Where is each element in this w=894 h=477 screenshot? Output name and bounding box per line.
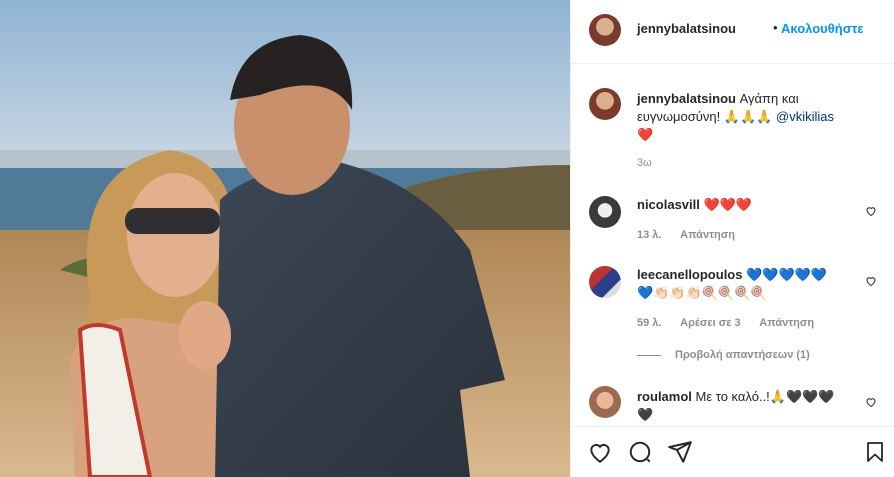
- comment-time[interactable]: 13 λ.: [637, 229, 661, 241]
- comment-text: 💙💙💙💙💙: [746, 267, 828, 282]
- heart-icon[interactable]: [587, 439, 613, 465]
- reply-button[interactable]: Απάντηση: [680, 229, 735, 241]
- caption-timestamp[interactable]: 3ω: [637, 157, 652, 169]
- action-bar: [571, 426, 894, 477]
- caption-mention[interactable]: @vkikilias: [776, 109, 834, 124]
- author-avatar[interactable]: [589, 14, 621, 46]
- post-image: [0, 0, 570, 477]
- comment-text: Με το καλό..!🙏🖤🖤🖤: [695, 389, 835, 404]
- comment-text: ❤️❤️❤️: [703, 197, 753, 212]
- comment-username[interactable]: leecanellopoulos: [637, 267, 742, 282]
- author-username[interactable]: jennybalatsinou: [637, 21, 736, 36]
- comment-avatar[interactable]: [589, 266, 621, 298]
- comment-meta: 59 λ. Αρέσει σε 3 Απάντηση: [637, 317, 830, 329]
- post-header: jennybalatsinou • Ακολουθήστε: [571, 0, 894, 64]
- comment-avatar[interactable]: [589, 196, 621, 228]
- comment-username[interactable]: roulamol: [637, 389, 692, 404]
- comment-like-heart-icon[interactable]: [865, 275, 877, 287]
- caption-avatar[interactable]: [589, 88, 621, 120]
- share-icon[interactable]: [667, 439, 693, 465]
- separator-dot: •: [773, 20, 778, 35]
- comment-likes[interactable]: Αρέσει σε 3: [680, 317, 741, 329]
- comment-item: nicolasvill ❤️❤️❤️: [637, 196, 867, 214]
- comment-avatar[interactable]: [589, 386, 621, 418]
- comment-item: leecanellopoulos 💙💙💙💙💙 💙👏🏻👏🏻👏🏻🍭🍭🍭🍭: [637, 266, 867, 302]
- post-side-panel: jennybalatsinou • Ακολουθήστε jennybalat…: [570, 0, 894, 477]
- comment-text-line2: 🖤: [637, 407, 654, 422]
- comment-like-heart-icon[interactable]: [865, 205, 877, 217]
- comment-time[interactable]: 59 λ.: [637, 317, 661, 329]
- post-photo[interactable]: [0, 0, 570, 477]
- comment-like-heart-icon[interactable]: [865, 396, 877, 408]
- comment-item: roulamol Με το καλό..!🙏🖤🖤🖤 🖤: [637, 388, 867, 424]
- post-caption: jennybalatsinou Αγάπη και ευγνωμοσύνη! 🙏…: [637, 90, 877, 144]
- bookmark-icon[interactable]: [863, 439, 887, 465]
- replies-divider: [637, 354, 661, 356]
- comment-icon[interactable]: [627, 439, 653, 465]
- view-replies-label: Προβολή απαντήσεων (1): [675, 349, 810, 361]
- caption-username[interactable]: jennybalatsinou: [637, 91, 736, 106]
- caption-emoji: ❤️: [637, 127, 654, 142]
- comment-username[interactable]: nicolasvill: [637, 197, 700, 212]
- reply-button[interactable]: Απάντηση: [759, 317, 814, 329]
- follow-button[interactable]: Ακολουθήστε: [781, 21, 864, 36]
- comment-meta: 13 λ. Απάντηση: [637, 229, 751, 241]
- view-replies-button[interactable]: Προβολή απαντήσεων (1): [637, 349, 810, 361]
- comment-text-line2: 💙👏🏻👏🏻👏🏻🍭🍭🍭🍭: [637, 285, 767, 300]
